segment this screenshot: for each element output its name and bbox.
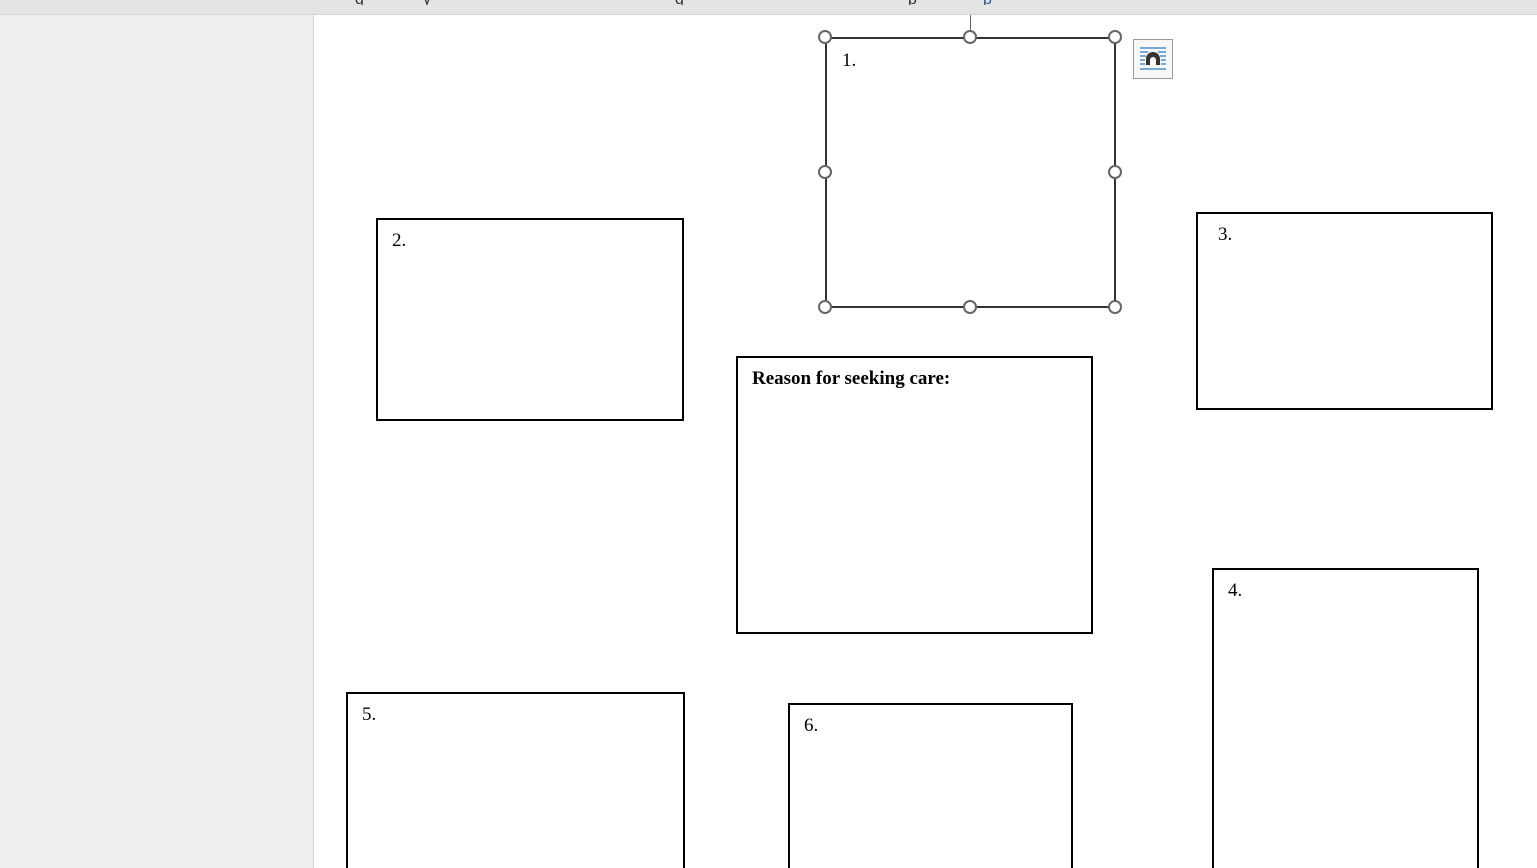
text-box-3[interactable]: 3. bbox=[1196, 212, 1493, 410]
resize-handle-bottom-left[interactable] bbox=[818, 300, 832, 314]
resize-handle-top-middle[interactable] bbox=[963, 30, 977, 44]
text-box-6-label: 6. bbox=[804, 715, 819, 736]
text-box-2[interactable]: 2. bbox=[376, 218, 684, 421]
left-margin-area bbox=[0, 15, 313, 868]
rotation-connector bbox=[970, 15, 971, 31]
layout-options-icon bbox=[1140, 47, 1166, 70]
clipped-text-line: g y g p p bbox=[335, 0, 1035, 5]
layout-options-button[interactable] bbox=[1133, 39, 1173, 79]
resize-handle-top-right[interactable] bbox=[1108, 30, 1122, 44]
text-box-2-label: 2. bbox=[392, 230, 407, 251]
text-box-1[interactable]: 1. bbox=[825, 37, 1116, 308]
text-box-6[interactable]: 6. bbox=[788, 703, 1073, 868]
resize-handle-middle-left[interactable] bbox=[818, 165, 832, 179]
resize-handle-middle-right[interactable] bbox=[1108, 165, 1122, 179]
text-box-5[interactable]: 5. bbox=[346, 692, 685, 868]
resize-handle-bottom-right[interactable] bbox=[1108, 300, 1122, 314]
resize-handle-top-left[interactable] bbox=[818, 30, 832, 44]
reason-for-seeking-care-box[interactable]: Reason for seeking care: bbox=[736, 356, 1093, 634]
resize-handle-bottom-middle[interactable] bbox=[963, 300, 977, 314]
text-box-5-label: 5. bbox=[362, 704, 377, 725]
text-box-4-label: 4. bbox=[1228, 580, 1243, 601]
ruler-strip: g y g p p bbox=[0, 0, 1537, 15]
word-document-window: g y g p p 1. bbox=[0, 0, 1537, 868]
text-box-4[interactable]: 4. bbox=[1212, 568, 1479, 868]
text-box-3-label: 3. bbox=[1218, 224, 1233, 245]
reason-for-seeking-care-label: Reason for seeking care: bbox=[752, 368, 951, 389]
text-box-1-label: 1. bbox=[842, 50, 857, 71]
